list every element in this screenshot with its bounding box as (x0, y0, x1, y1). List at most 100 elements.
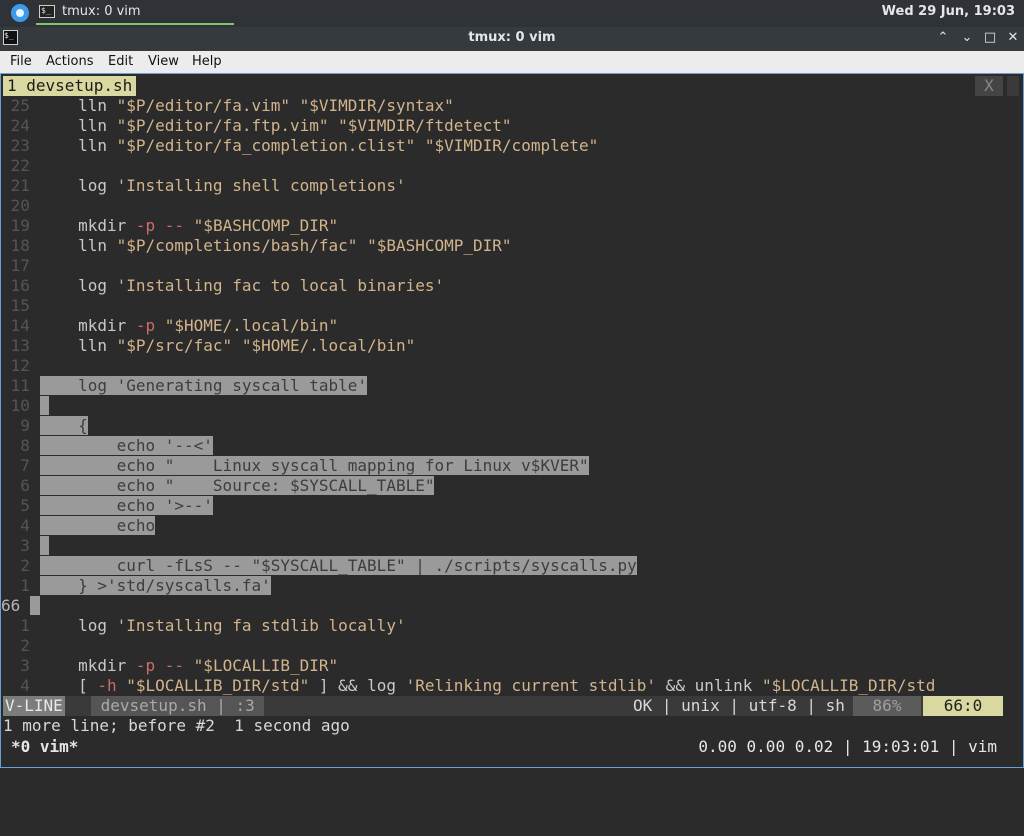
editor-line[interactable]: 20 (1, 196, 40, 216)
scrollbar-thumb[interactable] (1007, 76, 1019, 96)
top-panel: $_ tmux: 0 vim Wed 29 Jun, 19:03 (0, 0, 1024, 27)
taskbar-item-tmux[interactable]: $_ tmux: 0 vim (36, 1, 234, 25)
editor-line[interactable]: 13 lln "$P/src/fac" "$HOME/.local/bin" (1, 336, 416, 356)
menu-file[interactable]: File (10, 54, 32, 69)
line-number: 3 (1, 536, 40, 555)
editor-line[interactable]: 1 log 'Installing fa stdlib locally' (1, 616, 406, 636)
window-title: tmux: 0 vim (468, 30, 556, 45)
editor-line[interactable]: 7 echo " Linux syscall mapping for Linux… (1, 456, 589, 476)
editor-line[interactable]: 22 (1, 156, 40, 176)
line-text (39, 536, 50, 555)
line-number: 9 (1, 416, 40, 435)
status-file: devsetup.sh | :3 (91, 696, 265, 716)
vim-tabline: 1 devsetup.sh X (1, 76, 1024, 96)
terminal-icon: $_ (39, 5, 55, 18)
tmux-status-right: 0.00 0.00 0.02 | 19:03:01 | vim (698, 737, 997, 756)
line-text: echo '>--' (39, 496, 213, 515)
editor-line[interactable]: 8 echo '--<' (1, 436, 213, 456)
scrollbar[interactable] (1005, 76, 1021, 716)
line-text (39, 396, 50, 415)
line-number: 4 (1, 516, 40, 535)
line-text: echo " Linux syscall mapping for Linux v… (39, 456, 589, 475)
editor-line[interactable]: 14 mkdir -p "$HOME/.local/bin" (1, 316, 339, 336)
line-number: 21 (1, 176, 40, 195)
line-text: log 'Installing shell completions' (39, 176, 406, 195)
line-text: lln "$P/editor/fa_completion.clist" "$VI… (39, 136, 599, 155)
menu-actions[interactable]: Actions (46, 54, 94, 69)
line-text: echo " Source: $SYSCALL_TABLE" (39, 476, 435, 495)
editor-line[interactable]: 12 (1, 356, 40, 376)
editor-line[interactable]: 25 lln "$P/editor/fa.vim" "$VIMDIR/synta… (1, 96, 454, 116)
line-number: 2 (1, 636, 40, 655)
line-number: 10 (1, 396, 40, 415)
editor-line[interactable]: 3 (1, 536, 50, 556)
editor-line[interactable]: 17 (1, 256, 40, 276)
vim-statusline: V-LINE devsetup.sh | :3 OK | unix | utf-… (3, 696, 1003, 716)
editor-line[interactable]: 4 [ -h "$LOCALLIB_DIR/std" ] && log 'Rel… (1, 676, 935, 696)
editor-line[interactable]: 5 echo '>--' (1, 496, 213, 516)
editor-line[interactable]: 10 (1, 396, 50, 416)
editor-line[interactable]: 1 } >'std/syscalls.fa' (1, 576, 271, 596)
editor-line[interactable]: 11 log 'Generating syscall table' (1, 376, 368, 396)
line-number: 7 (1, 456, 40, 475)
line-number: 6 (1, 476, 40, 495)
vim-tab-close-button[interactable]: X (975, 76, 1003, 96)
line-text: mkdir -p "$HOME/.local/bin" (39, 316, 339, 335)
line-text: lln "$P/completions/bash/fac" "$BASHCOMP… (39, 236, 512, 255)
editor-line[interactable]: 4 echo (1, 516, 156, 536)
line-text: log 'Generating syscall table' (39, 376, 368, 395)
maximize-icon[interactable]: □ (981, 29, 999, 47)
menu-help[interactable]: Help (192, 54, 222, 69)
line-text: mkdir -p -- "$BASHCOMP_DIR" (39, 216, 339, 235)
line-number: 25 (1, 96, 40, 115)
line-number: 11 (1, 376, 40, 395)
terminal-area[interactable]: 1 devsetup.sh X 25 lln "$P/editor/fa.vim… (0, 73, 1024, 768)
line-number: 17 (1, 256, 40, 275)
line-text: { (39, 416, 88, 435)
editor-line[interactable]: 24 lln "$P/editor/fa.ftp.vim" "$VIMDIR/f… (1, 116, 512, 136)
status-mode: V-LINE (3, 696, 65, 716)
tmux-window-list[interactable]: *0 vim* (11, 736, 78, 758)
editor-line[interactable]: 3 mkdir -p -- "$LOCALLIB_DIR" (1, 656, 338, 676)
editor-line[interactable]: 66 (1, 596, 40, 616)
line-number: 2 (1, 556, 40, 575)
panel-clock[interactable]: Wed 29 Jun, 19:03 (882, 4, 1015, 19)
line-number: 12 (1, 356, 40, 375)
editor-line[interactable]: 2 curl -fLsS -- "$SYSCALL_TABLE" | ./scr… (1, 556, 637, 576)
line-text: lln "$P/editor/fa.vim" "$VIMDIR/syntax" (39, 96, 454, 115)
line-number: 23 (1, 136, 40, 155)
line-number: 18 (1, 236, 40, 255)
line-number: 14 (1, 316, 40, 335)
line-number: 20 (1, 196, 40, 215)
editor-line[interactable]: 19 mkdir -p -- "$BASHCOMP_DIR" (1, 216, 339, 236)
editor-line[interactable]: 23 lln "$P/editor/fa_completion.clist" "… (1, 136, 599, 156)
editor-line[interactable]: 21 log 'Installing shell completions' (1, 176, 406, 196)
line-text: echo '--<' (39, 436, 213, 455)
line-text: echo (39, 516, 156, 535)
line-text: [ -h "$LOCALLIB_DIR/std" ] && log 'Relin… (39, 676, 936, 695)
line-number: 22 (1, 156, 40, 175)
line-number: 3 (1, 656, 40, 675)
line-number: 5 (1, 496, 40, 515)
editor-line[interactable]: 6 echo " Source: $SYSCALL_TABLE" (1, 476, 435, 496)
line-text: mkdir -p -- "$LOCALLIB_DIR" (39, 656, 339, 675)
vim-tab-devsetup[interactable]: 1 devsetup.sh (3, 76, 137, 96)
close-icon[interactable]: ✕ (1004, 29, 1022, 47)
line-text: } >'std/syscalls.fa' (39, 576, 271, 595)
editor-line[interactable]: 18 lln "$P/completions/bash/fac" "$BASHC… (1, 236, 512, 256)
status-position: 66:0 (923, 696, 1003, 716)
app-menu-logo-icon[interactable] (11, 4, 29, 22)
restore-icon[interactable]: ⌄ (958, 29, 976, 47)
editor-line[interactable]: 15 (1, 296, 40, 316)
line-number: 13 (1, 336, 40, 355)
menu-edit[interactable]: Edit (108, 54, 133, 69)
editor-line[interactable]: 9 { (1, 416, 88, 436)
editor-line[interactable]: 16 log 'Installing fac to local binaries… (1, 276, 444, 296)
menu-view[interactable]: View (148, 54, 179, 69)
minimize-icon[interactable]: ⌃ (934, 29, 952, 47)
line-text: log 'Installing fa stdlib locally' (39, 616, 406, 635)
window-titlebar[interactable]: $_ tmux: 0 vim ⌃ ⌄ □ ✕ (0, 27, 1024, 51)
menubar: File Actions Edit View Help (0, 51, 1024, 73)
line-number: 1 (1, 616, 40, 635)
editor-line[interactable]: 2 (1, 636, 40, 656)
